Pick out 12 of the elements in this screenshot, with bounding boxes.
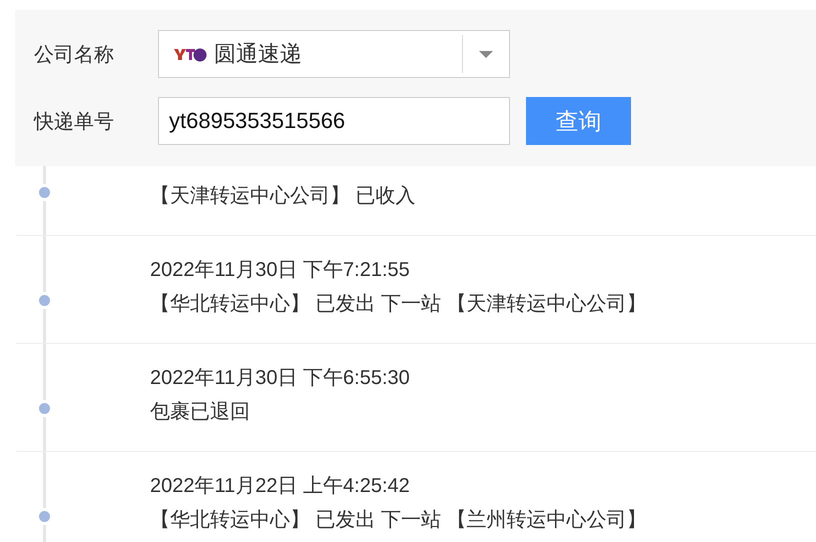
company-select[interactable]: 圆通速递 bbox=[158, 30, 510, 78]
tracking-number-label: 快递单号 bbox=[34, 110, 115, 134]
event-time: 2022年11月30日 下午7:21:55 bbox=[150, 258, 411, 282]
event-description: 包裹已退回 bbox=[150, 400, 251, 424]
event-time: 2022年11月30日 下午6:55:30 bbox=[150, 366, 410, 390]
event-time: 2022年11月22日 上午4:25:42 bbox=[150, 474, 411, 498]
tracking-number-field[interactable]: yt6895353515566 bbox=[158, 97, 510, 145]
company-label: 公司名称 bbox=[34, 42, 115, 68]
event-description: 【天津转运中心公司】 已收入 bbox=[150, 184, 416, 208]
event-description: 【华北转运中心】 已发出 下一站 【天津转运中心公司】 bbox=[150, 292, 647, 316]
event-description: 【华北转运中心】 已发出 下一站 【兰州转运中心公司】 bbox=[150, 508, 647, 532]
caret-icon bbox=[479, 50, 493, 58]
